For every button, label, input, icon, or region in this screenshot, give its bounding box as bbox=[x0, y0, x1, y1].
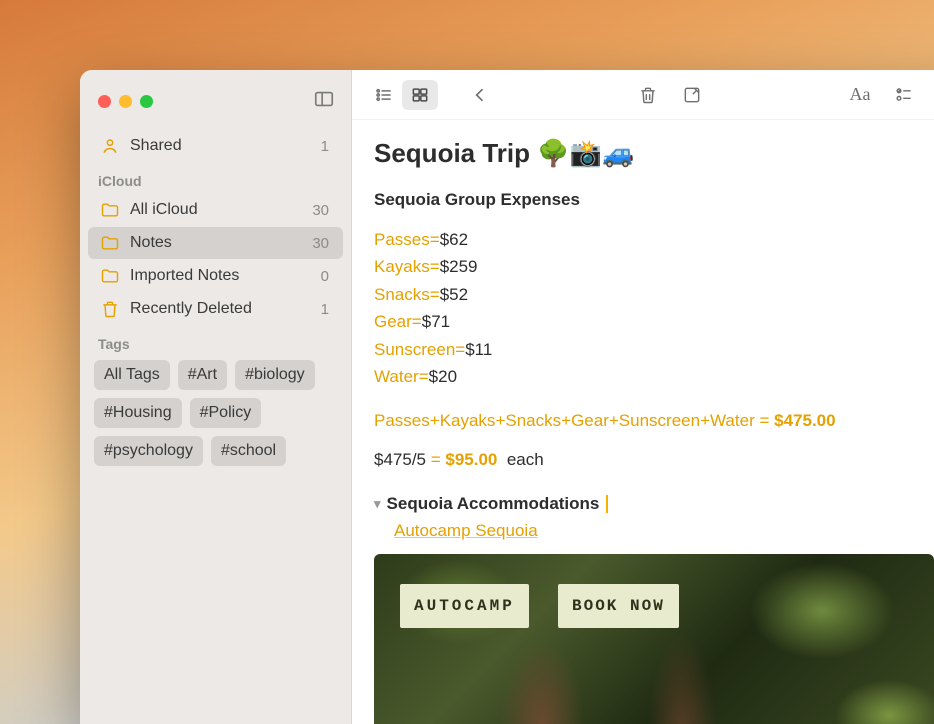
sidebar-item-count: 1 bbox=[321, 138, 329, 155]
sidebar-item-imported-notes[interactable]: Imported Notes 0 bbox=[88, 260, 343, 292]
expense-line: Gear=$71 bbox=[374, 309, 934, 335]
note-body[interactable]: Sequoia Trip 🌳📸🚙 Sequoia Group Expenses … bbox=[352, 120, 934, 724]
folder-icon bbox=[100, 266, 120, 286]
tag-chip[interactable]: #Policy bbox=[190, 398, 262, 428]
sidebar-item-all-icloud[interactable]: All iCloud 30 bbox=[88, 194, 343, 226]
window-controls bbox=[80, 80, 351, 129]
section-heading-accommodations[interactable]: ▾ Sequoia Accommodations bbox=[374, 491, 934, 517]
text-cursor bbox=[606, 495, 608, 513]
chevron-down-icon: ▾ bbox=[374, 494, 381, 514]
toolbar: Aa bbox=[352, 70, 934, 120]
sidebar-item-count: 30 bbox=[312, 202, 329, 219]
close-window-button[interactable] bbox=[98, 95, 111, 108]
sidebar-item-notes[interactable]: Notes 30 bbox=[88, 227, 343, 259]
expense-line: Sunscreen=$11 bbox=[374, 337, 934, 363]
table-button[interactable] bbox=[930, 80, 934, 110]
folder-icon bbox=[100, 233, 120, 253]
sidebar-item-count: 0 bbox=[321, 268, 329, 285]
split-expr: $475/5 bbox=[374, 450, 426, 469]
tag-chip[interactable]: #Housing bbox=[94, 398, 182, 428]
expense-line: Kayaks=$259 bbox=[374, 254, 934, 280]
sidebar-item-count: 1 bbox=[321, 301, 329, 318]
sidebar-section-icloud: iCloud bbox=[80, 163, 351, 193]
sidebar-section-tags: Tags bbox=[80, 326, 351, 356]
new-note-button[interactable] bbox=[674, 80, 710, 110]
sidebar-item-label: Notes bbox=[130, 234, 172, 252]
zoom-window-button[interactable] bbox=[140, 95, 153, 108]
preview-brand-badge: AUTOCAMP bbox=[400, 584, 529, 628]
sidebar: Shared 1 iCloud All iCloud 30 Notes 30 Impor… bbox=[80, 70, 352, 724]
note-title: Sequoia Trip 🌳📸🚙 bbox=[374, 134, 934, 173]
expense-line: Passes=$62 bbox=[374, 227, 934, 253]
checklist-button[interactable] bbox=[886, 80, 922, 110]
toggle-sidebar-button[interactable] bbox=[313, 88, 335, 115]
preview-cta-badge: BOOK NOW bbox=[558, 584, 679, 628]
accommodation-link[interactable]: Autocamp Sequoia bbox=[394, 521, 538, 540]
sidebar-item-label: Imported Notes bbox=[130, 267, 239, 285]
tags-container: All Tags #Art #biology #Housing #Policy #psyc… bbox=[80, 356, 351, 470]
trash-icon bbox=[100, 299, 120, 319]
sidebar-item-label: Shared bbox=[130, 137, 182, 155]
main-pane: Aa Sequoia Trip 🌳📸🚙 Sequoia Group Expens… bbox=[352, 70, 934, 724]
sidebar-item-count: 30 bbox=[312, 235, 329, 252]
delete-note-button[interactable] bbox=[630, 80, 666, 110]
app-window: Shared 1 iCloud All iCloud 30 Notes 30 Impor… bbox=[80, 70, 934, 724]
note-subtitle: Sequoia Group Expenses bbox=[374, 187, 934, 213]
folder-icon bbox=[100, 200, 120, 220]
tag-chip[interactable]: #school bbox=[211, 436, 286, 466]
gallery-view-button[interactable] bbox=[402, 80, 438, 110]
split-suffix: each bbox=[507, 450, 544, 469]
back-button[interactable] bbox=[462, 80, 498, 110]
expense-line: Snacks=$52 bbox=[374, 282, 934, 308]
tag-chip[interactable]: #psychology bbox=[94, 436, 203, 466]
sidebar-item-shared[interactable]: Shared 1 bbox=[88, 130, 343, 162]
expense-line: Water=$20 bbox=[374, 364, 934, 390]
format-icon: Aa bbox=[850, 84, 871, 105]
expense-sum-expression: Passes+Kayaks+Snacks+Gear+Sunscreen+Wate… bbox=[374, 408, 934, 434]
tag-chip[interactable]: #biology bbox=[235, 360, 315, 390]
sidebar-item-recently-deleted[interactable]: Recently Deleted 1 bbox=[88, 293, 343, 325]
format-button[interactable]: Aa bbox=[842, 80, 878, 110]
tag-chip[interactable]: All Tags bbox=[94, 360, 170, 390]
tag-chip[interactable]: #Art bbox=[178, 360, 227, 390]
link-preview-image[interactable]: AUTOCAMP BOOK NOW bbox=[374, 554, 934, 724]
expense-split-expression: $475/5 = $95.00 each bbox=[374, 447, 934, 473]
sidebar-item-label: All iCloud bbox=[130, 201, 198, 219]
minimize-window-button[interactable] bbox=[119, 95, 132, 108]
split-result: $95.00 bbox=[445, 450, 497, 469]
sidebar-item-label: Recently Deleted bbox=[130, 300, 252, 318]
section-heading-label: Sequoia Accommodations bbox=[387, 491, 600, 517]
list-view-button[interactable] bbox=[366, 80, 402, 110]
shared-icon bbox=[100, 136, 120, 156]
